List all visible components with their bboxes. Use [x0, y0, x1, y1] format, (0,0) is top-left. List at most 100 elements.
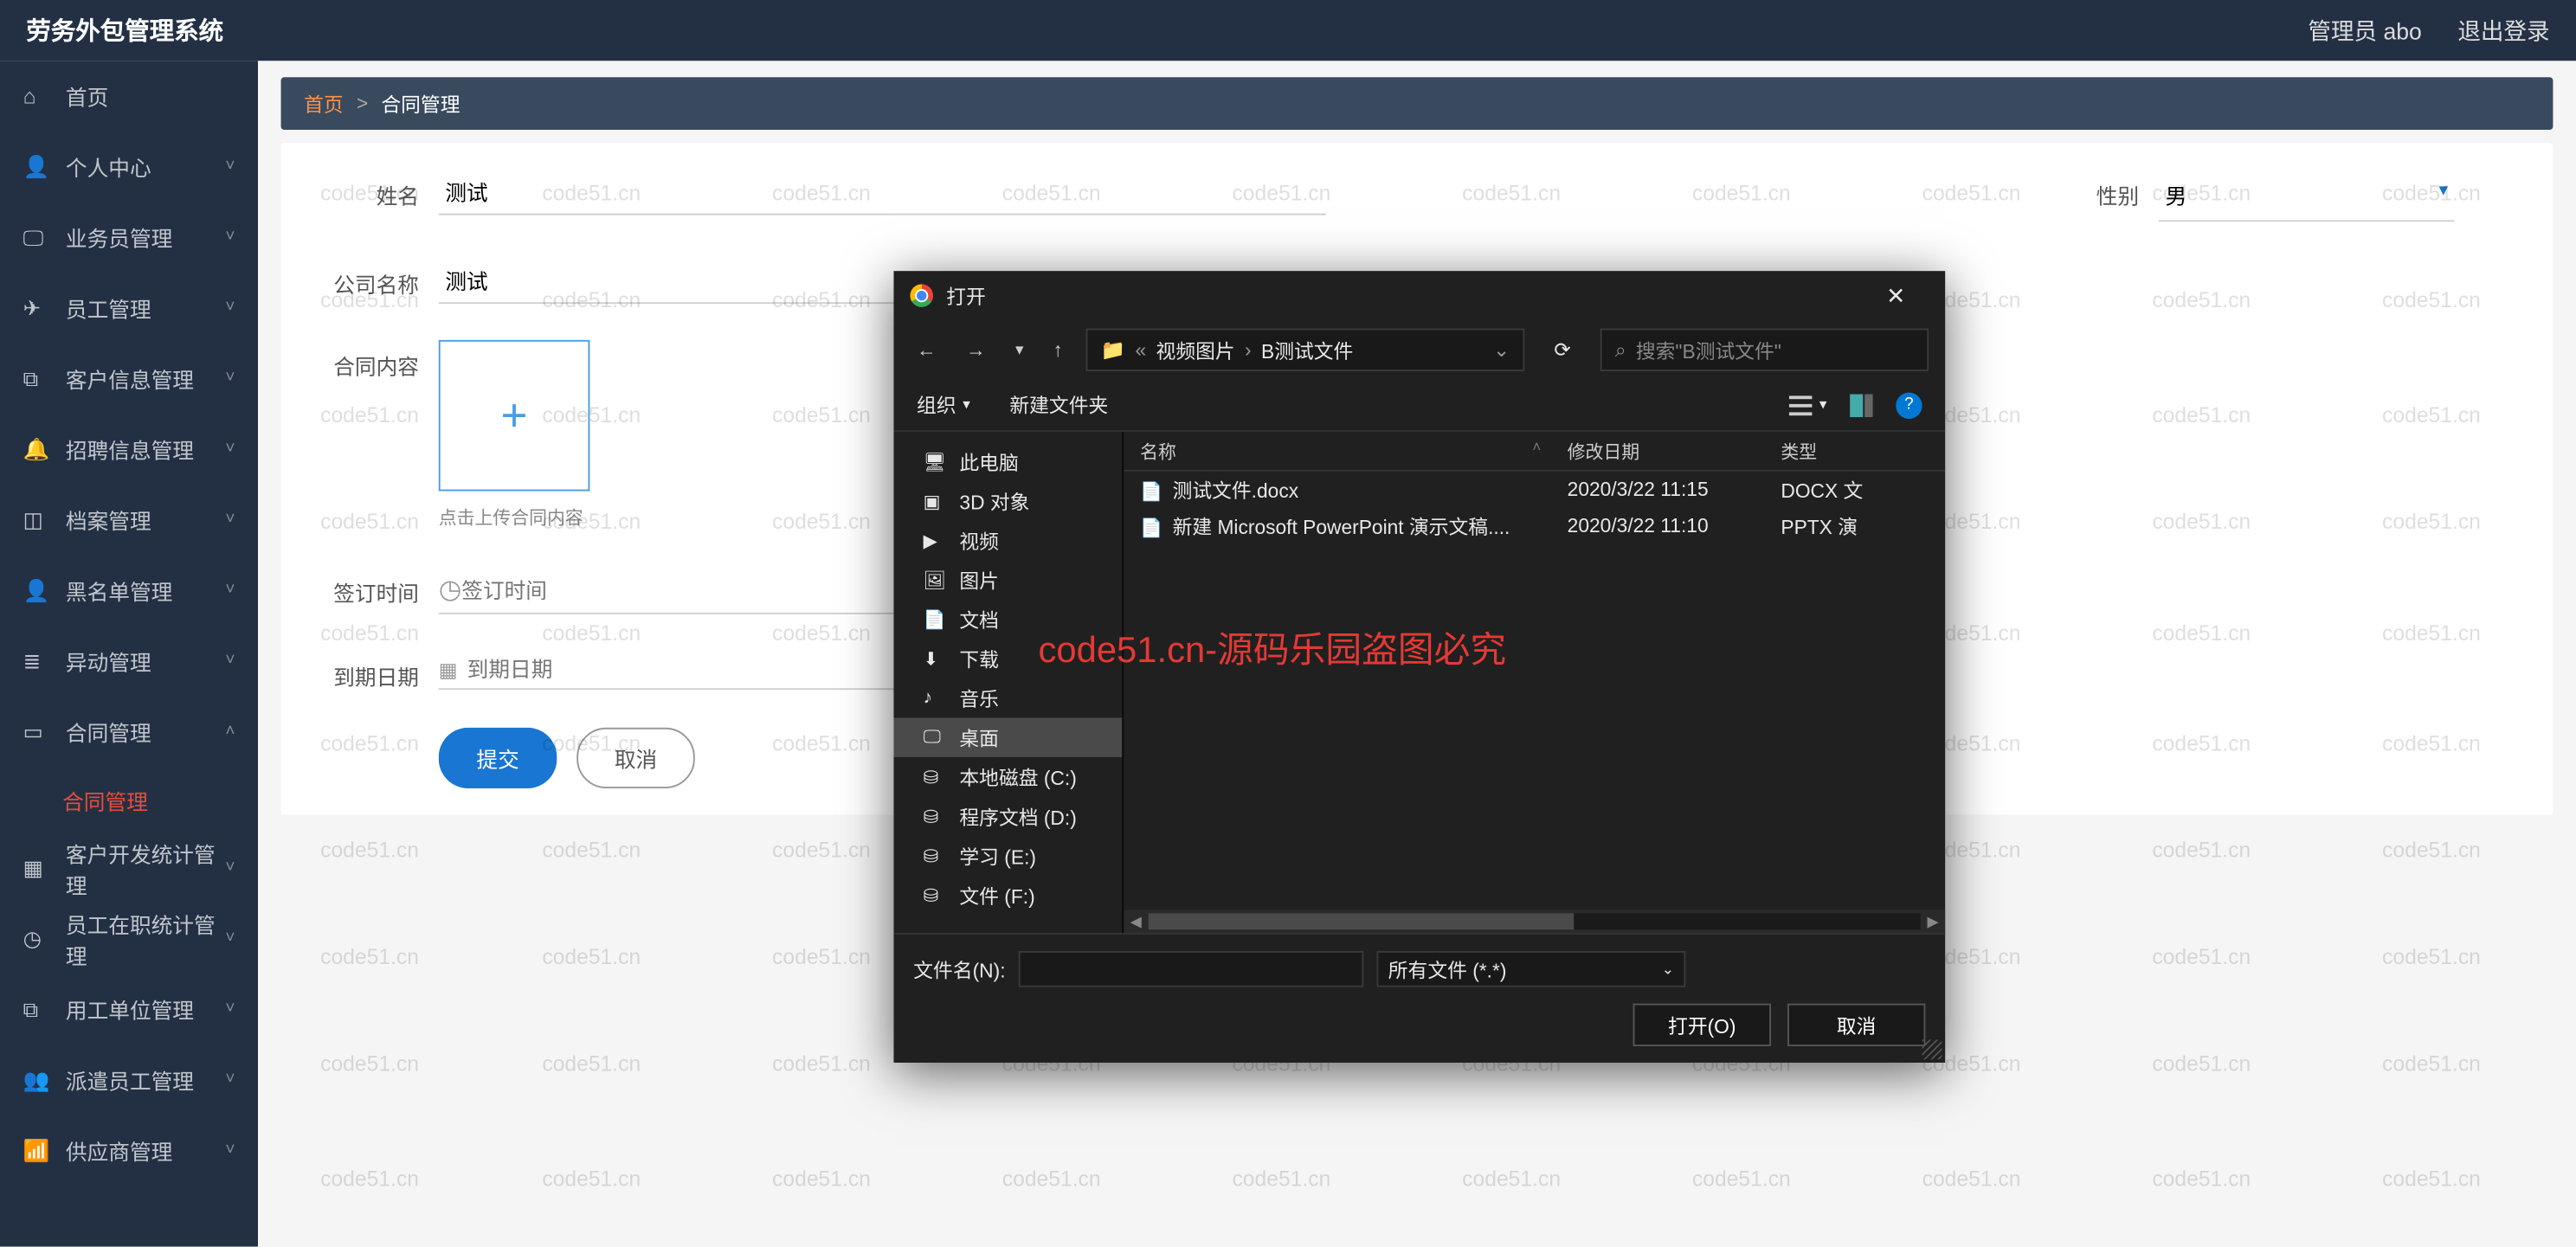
- nav-back-icon[interactable]: ←: [910, 331, 943, 368]
- file-row[interactable]: 📄测试文件.docx2020/3/22 11:15DOCX 文: [1124, 472, 1945, 508]
- chevron-down-icon: ˅: [225, 652, 235, 670]
- sidebar-item-11[interactable]: ◷员工在职统计管理˅: [0, 903, 258, 974]
- company-label: 公司名称: [314, 258, 419, 299]
- file-list-headers[interactable]: 名称˄ 修改日期 类型: [1124, 432, 1945, 472]
- tree-item-9[interactable]: ⛁程序文档 (D:): [893, 797, 1122, 837]
- chevron-down-icon: ˅: [225, 511, 235, 529]
- new-folder-button[interactable]: 新建文件夹: [1009, 391, 1108, 419]
- admin-label[interactable]: 管理员 abo: [2308, 17, 2421, 43]
- refresh-icon[interactable]: ⟳: [1541, 331, 1583, 368]
- tree-item-1[interactable]: ▣3D 对象: [893, 481, 1122, 521]
- calendar-icon: ▦: [439, 658, 458, 681]
- tree-item-3[interactable]: 🖼图片: [893, 560, 1122, 600]
- due-date-label: 到期日期: [314, 651, 419, 691]
- tree-item-0[interactable]: 🖥此电脑: [893, 442, 1122, 482]
- home-icon: ⌂: [23, 84, 49, 108]
- sidebar-item-label: 招聘信息管理: [66, 434, 225, 465]
- sidebar-item-9[interactable]: ▭合同管理˄: [0, 697, 258, 768]
- sidebar-item-7[interactable]: 👤黑名单管理˅: [0, 556, 258, 627]
- chevron-down-icon: ˅: [225, 1070, 235, 1089]
- scrollbar-thumb[interactable]: [1149, 913, 1574, 929]
- cancel-button[interactable]: 取消: [576, 728, 695, 788]
- chevron-down-icon: ˅: [225, 440, 235, 459]
- file-row[interactable]: 📄新建 Microsoft PowerPoint 演示文稿....2020/3/…: [1124, 507, 1945, 543]
- sidebar-item-1[interactable]: 👤个人中心˅: [0, 132, 258, 202]
- horizontal-scrollbar[interactable]: ◀ ▶: [1124, 910, 1945, 933]
- breadcrumb-home[interactable]: 首页: [304, 89, 344, 117]
- tree-item-6[interactable]: ♪音乐: [893, 678, 1122, 718]
- user-icon: 👤: [23, 577, 49, 603]
- nav-forward-icon[interactable]: →: [959, 331, 992, 368]
- sidebar-item-5[interactable]: 🔔招聘信息管理˅: [0, 414, 258, 485]
- drive-icon: ⛁: [924, 884, 947, 906]
- tree-item-7[interactable]: 🖵桌面: [893, 717, 1122, 757]
- chevron-down-icon: ˅: [225, 370, 235, 388]
- user-icon: 👤: [23, 153, 49, 179]
- tree-item-label: 文件 (F:): [959, 881, 1034, 909]
- nav-recent-icon[interactable]: ▾: [1008, 334, 1030, 365]
- logout-link[interactable]: 退出登录: [2457, 17, 2549, 43]
- tree-item-label: 下载: [959, 645, 999, 672]
- resize-grip[interactable]: [1922, 1039, 1942, 1059]
- file-type: PPTX 演: [1764, 511, 1945, 539]
- file-list[interactable]: 📄测试文件.docx2020/3/22 11:15DOCX 文📄新建 Micro…: [1124, 472, 1945, 910]
- sidebar-item-label: 客户开发统计管理: [66, 837, 225, 899]
- search-icon: ⌕: [1615, 337, 1626, 362]
- submit-button[interactable]: 提交: [439, 728, 557, 788]
- sidebar-item-label: 个人中心: [66, 151, 225, 183]
- file-name: 测试文件.docx: [1173, 479, 1299, 502]
- sidebar-item-0[interactable]: ⌂首页: [0, 61, 258, 132]
- header-name[interactable]: 名称˄: [1124, 438, 1550, 464]
- sidebar-item-10[interactable]: ▦客户开发统计管理˅: [0, 832, 258, 903]
- header-date[interactable]: 修改日期: [1551, 438, 1765, 464]
- nav-up-icon[interactable]: ↑: [1046, 331, 1070, 368]
- sidebar-item-6[interactable]: ◫档案管理˅: [0, 485, 258, 556]
- sidebar-subitem[interactable]: 合同管理: [0, 767, 258, 832]
- chevron-down-icon[interactable]: ⌄: [1493, 338, 1510, 362]
- dialog-title: 打开: [946, 282, 1863, 310]
- upload-box[interactable]: +: [439, 340, 590, 492]
- video-icon: ▶: [924, 530, 947, 551]
- path-seg-1[interactable]: 视频图片: [1156, 336, 1235, 363]
- sidebar-item-4[interactable]: ⧉客户信息管理˅: [0, 344, 258, 415]
- sidebar-item-2[interactable]: 🖵业务员管理˅: [0, 202, 258, 273]
- gender-select[interactable]: 男 ▾: [2159, 169, 2455, 222]
- path-seg-2[interactable]: B测试文件: [1261, 336, 1353, 363]
- app-title: 劳务外包管理系统: [26, 13, 223, 48]
- file-filter-select[interactable]: 所有文件 (*.*) ⌄: [1376, 951, 1685, 987]
- sidebar-item-14[interactable]: 📶供应商管理˅: [0, 1115, 258, 1186]
- scroll-right-icon[interactable]: ▶: [1927, 912, 1938, 930]
- file-name: 新建 Microsoft PowerPoint 演示文稿....: [1173, 515, 1510, 538]
- search-input[interactable]: ⌕ 搜索"B测试文件": [1600, 329, 1929, 371]
- copy-icon: ⧉: [23, 996, 49, 1022]
- organize-button[interactable]: 组织 ▾: [917, 391, 970, 419]
- folder-tree[interactable]: 🖥此电脑▣3D 对象▶视频🖼图片📄文档⬇下载♪音乐🖵桌面⛁本地磁盘 (C:)⛁程…: [893, 432, 1124, 933]
- breadcrumb: 首页 > 合同管理: [281, 77, 2553, 130]
- name-input[interactable]: [439, 169, 1326, 215]
- view-mode-button[interactable]: ▾: [1790, 394, 1827, 417]
- filename-input[interactable]: [1019, 951, 1364, 987]
- doc-icon: ▭: [23, 718, 49, 744]
- tree-item-10[interactable]: ⛁学习 (E:): [893, 836, 1122, 876]
- sidebar-item-label: 档案管理: [66, 505, 225, 536]
- scroll-left-icon[interactable]: ◀: [1130, 912, 1142, 930]
- signal-icon: 📶: [23, 1137, 49, 1163]
- close-icon[interactable]: ✕: [1863, 282, 1929, 310]
- sidebar-item-8[interactable]: ≣异动管理˅: [0, 626, 258, 697]
- sidebar-item-3[interactable]: ✈员工管理˅: [0, 273, 258, 344]
- tree-item-8[interactable]: ⛁本地磁盘 (C:): [893, 757, 1122, 797]
- path-bar[interactable]: 📁 « 视频图片 › B测试文件 ⌄: [1086, 329, 1525, 371]
- tree-item-11[interactable]: ⛁ 文件 (F:): [893, 876, 1122, 916]
- preview-pane-button[interactable]: [1850, 394, 1873, 417]
- sidebar-item-label: 异动管理: [66, 646, 225, 677]
- sidebar-item-13[interactable]: 👥派遣员工管理˅: [0, 1045, 258, 1115]
- tree-item-2[interactable]: ▶视频: [893, 521, 1122, 561]
- open-button[interactable]: 打开(O): [1633, 1004, 1771, 1046]
- header-type[interactable]: 类型: [1764, 438, 1945, 464]
- dialog-cancel-button[interactable]: 取消: [1787, 1004, 1925, 1046]
- dialog-titlebar[interactable]: 打开 ✕: [893, 271, 1945, 320]
- chevron-down-icon: ˅: [225, 929, 235, 948]
- sidebar-item-12[interactable]: ⧉用工单位管理˅: [0, 974, 258, 1045]
- doc-icon: 📄: [924, 608, 947, 630]
- help-icon[interactable]: ?: [1896, 392, 1922, 418]
